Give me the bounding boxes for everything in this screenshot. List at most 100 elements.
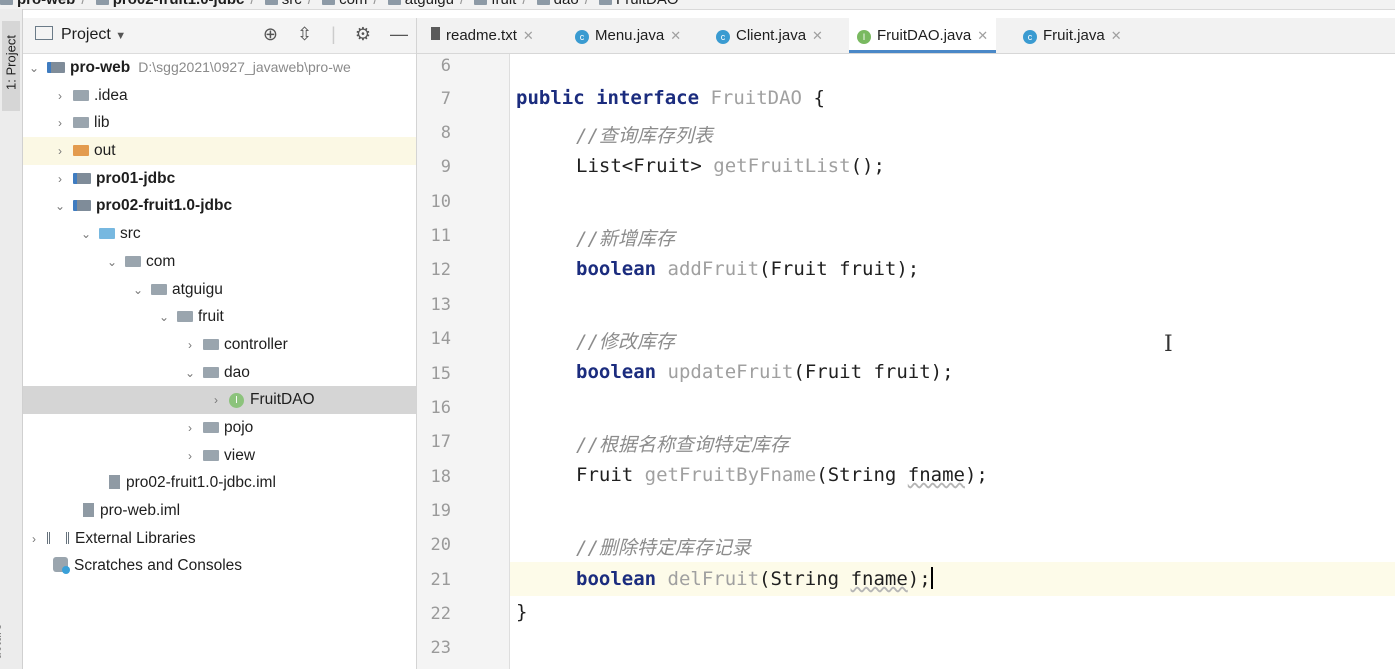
chevron-down-icon[interactable]: ⌄	[79, 221, 93, 249]
tree-item-pojo[interactable]: › pojo	[23, 414, 416, 442]
tree-item-pro-web[interactable]: ⌄ pro-web D:\sgg2021\0927_javaweb\pro-we	[23, 54, 416, 82]
tree-item-dao[interactable]: ⌄ dao	[23, 359, 416, 387]
code-punct: );	[896, 258, 920, 280]
structure-tool-tab[interactable]: ucture	[0, 623, 4, 659]
project-panel-header: Project ▼ ⊕ ⇳ | ⚙ —	[23, 18, 416, 54]
code-punct: (String	[759, 568, 851, 590]
tree-item-lib[interactable]: › lib	[23, 109, 416, 137]
package-icon	[203, 338, 219, 350]
locate-icon[interactable]: ⊕	[263, 24, 278, 44]
tab-client[interactable]: c Client.java ✕	[716, 18, 823, 53]
tree-item-pro02-fruit[interactable]: ⌄ pro02-fruit1.0-jdbc	[23, 192, 416, 220]
tree-item-pro01-jdbc[interactable]: › pro01-jdbc	[23, 165, 416, 193]
code-punct: ();	[850, 155, 885, 177]
tree-item-label: pojo	[224, 418, 254, 436]
chevron-right-icon[interactable]: ›	[183, 415, 197, 443]
close-icon[interactable]: ✕	[523, 28, 534, 43]
breadcrumb-item[interactable]: atguigu	[387, 0, 454, 8]
project-view-selector[interactable]: Project ▼	[35, 26, 126, 44]
code-punct: );	[930, 361, 954, 383]
tree-item-fruit[interactable]: ⌄ fruit	[23, 303, 416, 331]
tree-item-scratches[interactable]: Scratches and Consoles	[23, 552, 416, 580]
tree-item-out[interactable]: › out	[23, 137, 416, 165]
keyword: public interface	[516, 87, 700, 109]
breadcrumb-item[interactable]: pro-web	[0, 0, 75, 8]
chevron-right-icon[interactable]: ›	[53, 83, 67, 111]
package-icon	[125, 255, 141, 267]
package-icon	[151, 283, 167, 295]
chevron-right-icon[interactable]: ›	[53, 166, 67, 194]
tree-item-view[interactable]: › view	[23, 442, 416, 470]
tree-item-idea[interactable]: › .idea	[23, 82, 416, 110]
tree-item-src[interactable]: ⌄ src	[23, 220, 416, 248]
breadcrumb-item[interactable]: fruit	[474, 0, 516, 8]
tree-item-label: atguigu	[172, 280, 223, 298]
breadcrumb-item[interactable]: src	[264, 0, 302, 8]
module-icon	[73, 172, 91, 184]
collapse-all-icon[interactable]: ⇳	[297, 24, 312, 44]
interface-icon	[599, 0, 613, 5]
chevron-right-icon[interactable]: ›	[53, 110, 67, 138]
line-number-gutter[interactable]: 6 7 8 9 10 11 12 13 14 15 16 17 18 19 20…	[417, 54, 510, 669]
chevron-right-icon[interactable]: ›	[53, 138, 67, 166]
tree-item-path: D:\sgg2021\0927_javaweb\pro-we	[138, 59, 351, 75]
tree-item-iml[interactable]: pro02-fruit1.0-jdbc.iml	[23, 469, 416, 497]
breadcrumb-item[interactable]: FruitDAO	[599, 0, 679, 8]
line-number: 13	[430, 295, 451, 315]
tree-item-fruitdao[interactable]: › I FruitDAO	[23, 386, 416, 414]
line-number: 21	[430, 570, 451, 590]
folder-icon	[264, 0, 278, 5]
class-icon: c	[1023, 30, 1037, 44]
close-icon[interactable]: ✕	[670, 28, 681, 43]
tree-item-external-libraries[interactable]: › External Libraries	[23, 525, 416, 553]
code-punct: (Fruit	[759, 258, 840, 280]
param-name: fruit	[873, 361, 931, 383]
tree-item-label: pro-web.iml	[100, 502, 181, 519]
breadcrumb-item[interactable]: dao	[536, 0, 579, 8]
tree-item-controller[interactable]: › controller	[23, 331, 416, 359]
scratches-icon	[53, 557, 70, 575]
code-line-22: }	[516, 601, 528, 623]
tree-item-com[interactable]: ⌄ com	[23, 248, 416, 276]
project-tool-tab[interactable]: 1: Project	[2, 21, 20, 111]
tool-window-strip: 1: Project ucture	[0, 9, 23, 669]
chevron-down-icon[interactable]: ⌄	[105, 249, 119, 277]
line-number: 19	[430, 501, 451, 521]
chevron-right-icon[interactable]: ›	[183, 332, 197, 360]
code-punct: {	[802, 87, 825, 109]
tab-readme[interactable]: readme.txt ✕	[431, 18, 534, 53]
code-punct: (Fruit	[793, 361, 874, 383]
tree-item-label: fruit	[198, 308, 224, 326]
tab-fruit[interactable]: c Fruit.java ✕	[1023, 18, 1122, 53]
close-icon[interactable]: ✕	[1111, 28, 1122, 43]
chevron-down-icon[interactable]: ⌄	[53, 193, 67, 221]
code-editor[interactable]: public interface FruitDAO { //查询库存列表 Lis…	[510, 54, 1395, 669]
text-cursor	[930, 567, 933, 589]
chevron-down-icon[interactable]: ⌄	[131, 277, 145, 305]
text-file-icon	[431, 27, 440, 40]
close-icon[interactable]: ✕	[812, 28, 823, 43]
chevron-down-icon[interactable]: ⌄	[27, 55, 41, 83]
hide-icon[interactable]: —	[390, 24, 408, 44]
tab-fruitdao[interactable]: I FruitDAO.java ✕	[849, 18, 997, 53]
tree-item-label: lib	[94, 114, 110, 132]
breadcrumb-item[interactable]: com	[322, 0, 367, 8]
code-line-18: Fruit getFruitByFname(String fname);	[576, 464, 988, 486]
chevron-down-icon[interactable]: ⌄	[183, 360, 197, 388]
close-icon[interactable]: ✕	[977, 28, 988, 43]
chevron-down-icon[interactable]: ⌄	[157, 304, 171, 332]
code-line-15: boolean updateFruit(Fruit fruit);	[576, 361, 954, 383]
chevron-right-icon[interactable]: ›	[183, 443, 197, 471]
line-number: 7	[440, 89, 451, 109]
chevron-right-icon[interactable]: ›	[27, 526, 41, 554]
tree-item-atguigu[interactable]: ⌄ atguigu	[23, 276, 416, 304]
line-number: 11	[430, 226, 451, 246]
line-number: 18	[430, 467, 451, 487]
code-punct: );	[964, 464, 988, 486]
gear-icon[interactable]: ⚙	[355, 24, 371, 44]
tab-menu[interactable]: c Menu.java ✕	[575, 18, 681, 53]
chevron-right-icon[interactable]: ›	[209, 387, 223, 415]
tree-item-pro-web-iml[interactable]: pro-web.iml	[23, 497, 416, 525]
breadcrumb-item[interactable]: pro02-fruit1.0-jdbc	[95, 0, 244, 8]
method-name: getFruitByFname	[644, 464, 817, 486]
